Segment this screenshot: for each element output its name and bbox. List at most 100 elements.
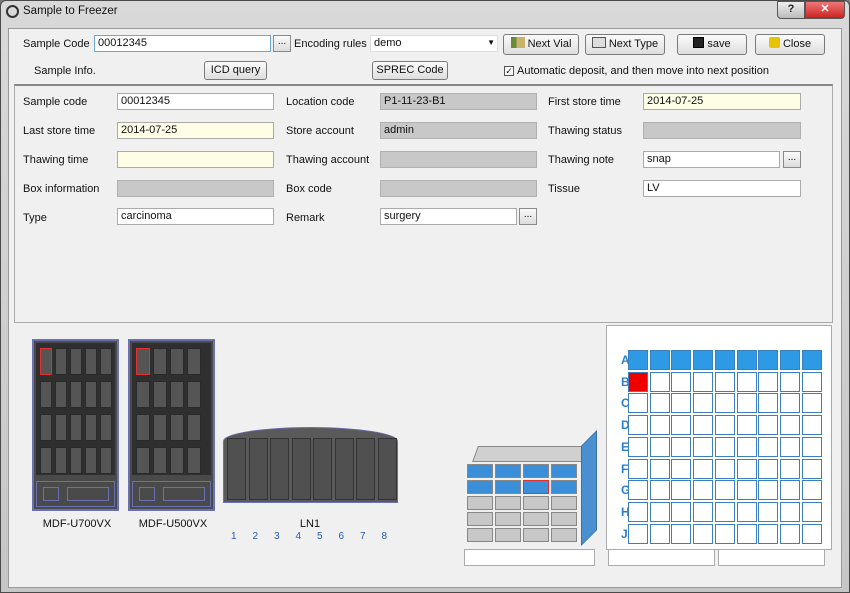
grid-cell-H3[interactable] bbox=[671, 501, 692, 522]
grid-cell-E6[interactable] bbox=[736, 436, 757, 457]
grid-cell-H7[interactable] bbox=[758, 501, 779, 522]
grid-cell-A4[interactable] bbox=[693, 350, 714, 370]
grid-cell-J7[interactable] bbox=[758, 523, 779, 544]
ln-canister[interactable] bbox=[356, 438, 375, 500]
grid-cell-J1[interactable] bbox=[628, 523, 648, 544]
rack-slot[interactable] bbox=[170, 381, 184, 408]
ln-canister[interactable] bbox=[334, 438, 354, 500]
grid-cell-D5[interactable] bbox=[714, 415, 735, 436]
remark-field[interactable]: surgery bbox=[380, 208, 517, 225]
ln-canister[interactable] bbox=[248, 438, 268, 500]
close-button[interactable]: Close bbox=[755, 34, 825, 55]
grid-cell-D9[interactable] bbox=[801, 415, 822, 436]
grid-cell-H4[interactable] bbox=[693, 501, 714, 522]
grid-cell-G8[interactable] bbox=[779, 480, 800, 501]
grid-cell-G6[interactable] bbox=[736, 480, 757, 501]
grid-cell-J2[interactable] bbox=[649, 523, 670, 544]
remark-browse-button[interactable]: ... bbox=[519, 208, 537, 225]
grid-cell-G5[interactable] bbox=[714, 480, 735, 501]
rack-slot[interactable] bbox=[70, 414, 82, 441]
grid-cell-D7[interactable] bbox=[758, 415, 779, 436]
rack-slot[interactable] bbox=[70, 348, 82, 375]
grid-cell-D1[interactable] bbox=[628, 415, 648, 436]
grid-cell-B2[interactable] bbox=[649, 371, 670, 392]
save-button[interactable]: save bbox=[677, 34, 747, 55]
ln-canister[interactable] bbox=[227, 438, 246, 500]
grid-cell-H9[interactable] bbox=[801, 501, 822, 522]
rack-slot[interactable] bbox=[85, 414, 97, 441]
sample-code-input[interactable]: 00012345 bbox=[94, 35, 271, 52]
first-store-time-field[interactable]: 2014-07-25 bbox=[643, 93, 801, 110]
box-cell[interactable] bbox=[467, 496, 493, 510]
box-cell[interactable] bbox=[495, 528, 521, 542]
rack-slot[interactable] bbox=[85, 348, 97, 375]
rack-slot[interactable] bbox=[55, 348, 67, 375]
box-cell[interactable] bbox=[551, 496, 577, 510]
rack-slot[interactable] bbox=[153, 414, 167, 441]
box-cell[interactable] bbox=[467, 512, 493, 526]
last-store-time-field[interactable]: 2014-07-25 bbox=[117, 122, 274, 139]
type-field[interactable]: carcinoma bbox=[117, 208, 274, 225]
box-cell[interactable] bbox=[551, 480, 577, 494]
grid-cell-A7[interactable] bbox=[758, 350, 779, 370]
grid-cell-F3[interactable] bbox=[671, 458, 692, 479]
grid-cell-A6[interactable] bbox=[736, 350, 757, 370]
grid-cell-D8[interactable] bbox=[779, 415, 800, 436]
rack-slot[interactable] bbox=[136, 447, 150, 474]
grid-cell-H6[interactable] bbox=[736, 501, 757, 522]
grid-cell-A5[interactable] bbox=[714, 350, 735, 370]
rack-slot-selected[interactable] bbox=[40, 348, 52, 375]
grid-cell-J4[interactable] bbox=[693, 523, 714, 544]
rack-slot[interactable] bbox=[170, 414, 184, 441]
rack-slot[interactable] bbox=[136, 414, 150, 441]
grid-cell-E7[interactable] bbox=[758, 436, 779, 457]
rack-slot[interactable] bbox=[136, 381, 150, 408]
help-button[interactable]: ? bbox=[777, 1, 805, 19]
rack-slot[interactable] bbox=[153, 381, 167, 408]
grid-cell-A8[interactable] bbox=[779, 350, 800, 370]
grid-cell-C5[interactable] bbox=[714, 393, 735, 414]
freezer-mdf-u500vx[interactable] bbox=[128, 339, 215, 511]
rack-slot[interactable] bbox=[40, 414, 52, 441]
grid-cell-A1[interactable] bbox=[628, 350, 648, 370]
rack-slot[interactable] bbox=[170, 348, 184, 375]
grid-cell-C2[interactable] bbox=[649, 393, 670, 414]
grid-cell-C3[interactable] bbox=[671, 393, 692, 414]
grid-cell-C1[interactable] bbox=[628, 393, 648, 414]
grid-cell-B9[interactable] bbox=[801, 371, 822, 392]
box-cell[interactable] bbox=[495, 480, 521, 494]
window-close-button[interactable]: ✕ bbox=[805, 1, 845, 19]
grid-cell-D6[interactable] bbox=[736, 415, 757, 436]
grid-cell-B5[interactable] bbox=[714, 371, 735, 392]
grid-cell-J8[interactable] bbox=[779, 523, 800, 544]
icd-query-button[interactable]: ICD query bbox=[204, 61, 267, 80]
grid-cell-F4[interactable] bbox=[693, 458, 714, 479]
box-cell[interactable] bbox=[523, 464, 549, 478]
grid-cell-G4[interactable] bbox=[693, 480, 714, 501]
box-cell[interactable] bbox=[523, 512, 549, 526]
ln-canister[interactable] bbox=[313, 438, 332, 500]
ln-canister[interactable] bbox=[291, 438, 311, 500]
grid-cell-E8[interactable] bbox=[779, 436, 800, 457]
grid-cell-G3[interactable] bbox=[671, 480, 692, 501]
rack-slot[interactable] bbox=[187, 348, 201, 375]
rack-slot[interactable] bbox=[70, 381, 82, 408]
box-cell[interactable] bbox=[467, 480, 493, 494]
grid-cell-B3[interactable] bbox=[671, 371, 692, 392]
thawing-time-field[interactable] bbox=[117, 151, 274, 168]
grid-cell-G2[interactable] bbox=[649, 480, 670, 501]
ln-tank[interactable] bbox=[223, 427, 398, 503]
rack-slot[interactable] bbox=[55, 414, 67, 441]
box-cell[interactable] bbox=[467, 464, 493, 478]
grid-cell-F2[interactable] bbox=[649, 458, 670, 479]
grid-cell-J3[interactable] bbox=[671, 523, 692, 544]
box-cell[interactable] bbox=[551, 464, 577, 478]
ln-canister[interactable] bbox=[270, 438, 289, 500]
rack-slot[interactable] bbox=[153, 447, 167, 474]
grid-cell-F9[interactable] bbox=[801, 458, 822, 479]
next-type-button[interactable]: Next Type bbox=[585, 34, 665, 55]
grid-cell-G9[interactable] bbox=[801, 480, 822, 501]
grid-cell-C7[interactable] bbox=[758, 393, 779, 414]
grid-cell-F5[interactable] bbox=[714, 458, 735, 479]
box-cell[interactable] bbox=[551, 512, 577, 526]
